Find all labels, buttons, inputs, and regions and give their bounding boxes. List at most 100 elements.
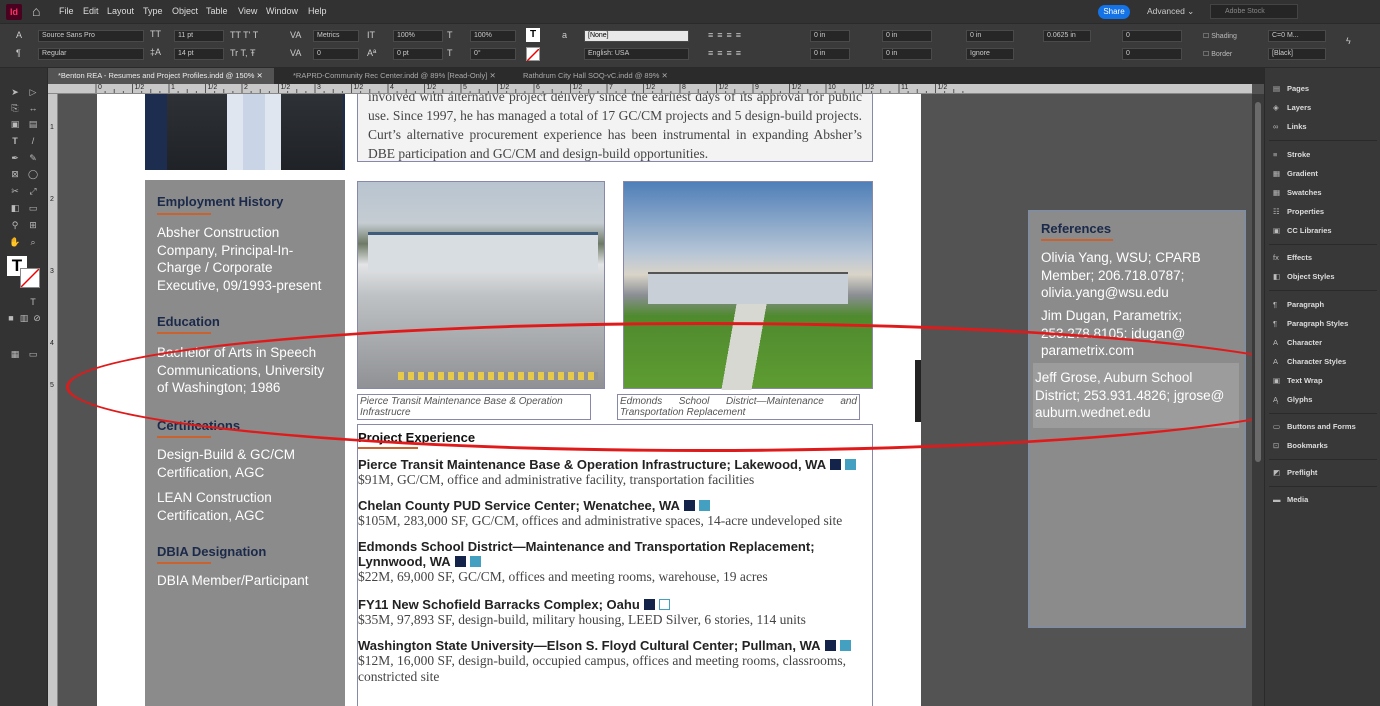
panel-stroke[interactable]: ≡ Stroke (1273, 150, 1310, 159)
font-size-field[interactable]: 11 pt (174, 30, 224, 42)
skew-field[interactable]: 0° (470, 48, 516, 60)
free-transform-tool-icon[interactable]: ⤢ (27, 185, 39, 197)
panel-media[interactable]: ▬ Media (1273, 495, 1308, 504)
baseline-field[interactable]: 0 pt (393, 48, 443, 60)
tracking-field[interactable]: 0 (313, 48, 359, 60)
paragraph-mode-icon[interactable]: ¶ (16, 48, 21, 58)
ellipse-tool-icon[interactable]: ◯ (27, 168, 39, 180)
menu-layout[interactable]: Layout (107, 6, 134, 16)
lightning-icon[interactable]: ϟ (1346, 36, 1351, 46)
char-style-field[interactable]: [None] (584, 30, 689, 42)
menu-help[interactable]: Help (308, 6, 327, 16)
vertical-ruler[interactable]: 1 2 3 4 5 (48, 94, 58, 706)
scissors-tool-icon[interactable]: ✂ (9, 185, 21, 197)
menu-table[interactable]: Table (206, 6, 228, 16)
hyphen-field[interactable]: Ignore (966, 48, 1014, 60)
horizontal-ruler[interactable]: 0 1/2 1 1/2 2 1/2 3 1/2 4 1/2 5 1/2 6 1/2 7 1/2 8 1/2 9 1/2… (48, 84, 1252, 94)
last-line-indent-field[interactable]: 0 in (882, 48, 932, 60)
zoom-tool-icon[interactable]: ⌕ (27, 236, 39, 248)
menu-type[interactable]: Type (143, 6, 163, 16)
panel-text-wrap[interactable]: ▣ Text Wrap (1273, 376, 1323, 385)
pencil-tool-icon[interactable]: ✎ (27, 152, 39, 164)
eyedropper-tool-icon[interactable]: ⚲ (9, 219, 21, 231)
menu-view[interactable]: View (238, 6, 257, 16)
panel-swatches[interactable]: ▦ Swatches (1273, 188, 1322, 197)
stroke-swatch-icon[interactable] (20, 268, 40, 288)
intro-paragraph[interactable]: involved with alternative project delive… (357, 94, 873, 162)
panel-links[interactable]: ∞ Links (1273, 122, 1307, 131)
tab-benton-rea[interactable]: *Benton REA - Resumes and Project Profil… (48, 68, 274, 84)
apply-color-icon[interactable]: ■ (5, 312, 17, 324)
panel-buttons-forms[interactable]: ▭ Buttons and Forms (1273, 422, 1356, 431)
menu-file[interactable]: File (59, 6, 74, 16)
language-field[interactable]: English: USA (584, 48, 689, 60)
workspace-switcher[interactable]: Advanced ⌄ (1147, 6, 1194, 17)
stroke-weight-field[interactable]: 0.0625 in (1043, 30, 1091, 42)
menu-edit[interactable]: Edit (83, 6, 99, 16)
content-collector-icon[interactable]: ▣ (9, 118, 21, 130)
direct-selection-tool-icon[interactable]: ▷ (27, 86, 39, 98)
first-line-indent-field[interactable]: 0 in (810, 48, 850, 60)
gap-tool-icon[interactable]: ↔ (27, 102, 39, 114)
right-indent-field[interactable]: 0 in (882, 30, 932, 42)
panel-cc-libraries[interactable]: ▣ CC Libraries (1273, 226, 1332, 235)
text-fill-icon[interactable]: T (526, 28, 540, 42)
all-caps-icon[interactable]: TT T' T (230, 30, 258, 40)
small-caps-icon[interactable]: Tr T, Ŧ (230, 48, 256, 58)
view-mode-icon[interactable]: ▭ (27, 348, 39, 360)
border-swatch-field[interactable]: [Black] (1268, 48, 1326, 60)
vertical-scale-field[interactable]: 100% (393, 30, 443, 42)
panel-character-styles[interactable]: A Character Styles (1273, 357, 1346, 366)
headshot-photo[interactable] (145, 94, 345, 170)
panel-layers[interactable]: ◈ Layers (1273, 103, 1311, 112)
share-button[interactable]: Share (1098, 5, 1130, 19)
formatting-text-icon[interactable]: T (27, 296, 39, 308)
pen-tool-icon[interactable]: ✒ (9, 152, 21, 164)
scrollbar-thumb[interactable] (1255, 102, 1261, 462)
page-tool-icon[interactable]: ⎘ (9, 102, 21, 114)
panel-effects[interactable]: fx Effects (1273, 253, 1312, 262)
stock-search-input[interactable]: Adobe Stock (1210, 4, 1298, 19)
character-mode-icon[interactable]: A (16, 30, 22, 40)
drop-lines-field[interactable]: 0 (1122, 48, 1182, 60)
screen-mode-icon[interactable]: ▦ (9, 348, 21, 360)
kerning-field[interactable]: Metrics (313, 30, 359, 42)
panel-paragraph[interactable]: ¶ Paragraph (1273, 300, 1324, 309)
border-checkbox[interactable]: ☐ Border (1203, 50, 1232, 58)
panel-bookmarks[interactable]: ⊡ Bookmarks (1273, 441, 1328, 450)
font-family-field[interactable]: Source Sans Pro (38, 30, 144, 42)
panel-gradient[interactable]: ▦ Gradient (1273, 169, 1318, 178)
leading-field[interactable]: 14 pt (174, 48, 224, 60)
home-icon[interactable]: ⌂ (32, 3, 40, 19)
panel-preflight[interactable]: ◩ Preflight (1273, 468, 1317, 477)
left-indent-field[interactable]: 0 in (810, 30, 850, 42)
content-placer-icon[interactable]: ▤ (27, 118, 39, 130)
shading-checkbox[interactable]: ☐ Shading (1203, 32, 1237, 40)
line-tool-icon[interactable]: / (27, 135, 39, 147)
stroke-none-icon[interactable] (526, 47, 540, 62)
project-experience-frame[interactable]: Project Experience Pierce Transit Mainte… (357, 424, 873, 706)
vertical-scrollbar[interactable] (1252, 94, 1264, 706)
rectangle-frame-tool-icon[interactable]: ⊠ (9, 168, 21, 180)
shading-swatch-field[interactable]: C=0 M... (1268, 30, 1326, 42)
gradient-tool-icon[interactable]: ◧ (9, 202, 21, 214)
panel-object-styles[interactable]: ◧ Object Styles (1273, 272, 1335, 281)
panel-paragraph-styles[interactable]: ¶ Paragraph Styles (1273, 319, 1348, 328)
selection-tool-icon[interactable]: ➤ (9, 86, 21, 98)
tab-rathdrum[interactable]: Rathdrum City Hall SOQ-vC.indd @ 89% ✕ (513, 68, 693, 84)
sidebar-frame[interactable]: Employment History Absher Construction C… (145, 180, 345, 706)
panel-character[interactable]: A Character (1273, 338, 1322, 347)
drop-cap-field[interactable]: 0 (1122, 30, 1182, 42)
apply-gradient-icon[interactable]: ▥ (18, 312, 30, 324)
justify-buttons[interactable]: ≡≡≡≡ (708, 48, 745, 58)
tab-raprd[interactable]: *RAPRD-Community Rec Center.indd @ 89% [… (283, 68, 509, 84)
panel-pages[interactable]: ▤ Pages (1273, 84, 1309, 93)
font-style-field[interactable]: Regular (38, 48, 144, 60)
panel-properties[interactable]: ☷ Properties (1273, 207, 1324, 216)
apply-none-icon[interactable]: ⊘ (31, 312, 43, 324)
space-before-field[interactable]: 0 in (966, 30, 1014, 42)
type-tool-icon[interactable]: T (9, 135, 21, 147)
menu-object[interactable]: Object (172, 6, 198, 16)
menu-window[interactable]: Window (266, 6, 298, 16)
note-tool-icon[interactable]: ▭ (27, 202, 39, 214)
